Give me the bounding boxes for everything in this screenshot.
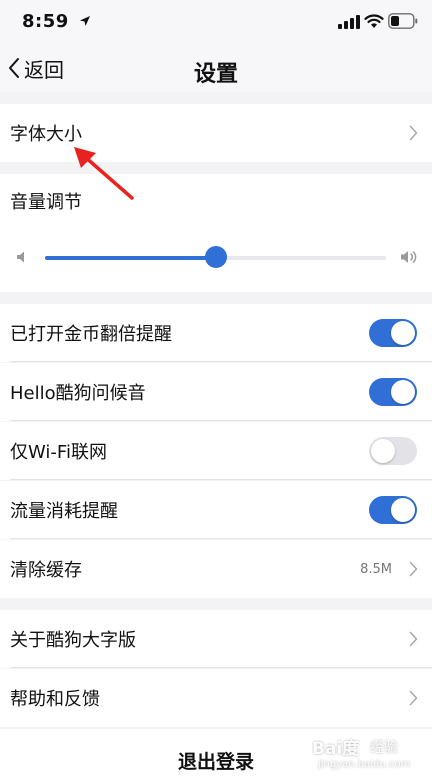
help-feedback-label: 帮助和反馈	[10, 689, 100, 710]
wifi-only-label: 仅Wi-Fi联网	[10, 442, 107, 463]
volume-slider-fill	[45, 256, 216, 260]
chevron-right-icon	[409, 631, 418, 647]
volume-low-icon	[17, 251, 24, 263]
coin-double-reminder-toggle[interactable]	[369, 319, 417, 347]
logout-label: 退出登录	[177, 751, 254, 773]
coin-double-reminder-row: 已打开金币翻倍提醒	[0, 304, 432, 362]
row-divider	[10, 361, 432, 362]
font-size-label: 字体大小	[10, 124, 82, 145]
logout-button[interactable]: 退出登录	[0, 729, 432, 781]
toggle-knob	[371, 439, 395, 463]
volume-section: 音量调节	[0, 174, 432, 292]
wifi-only-toggle[interactable]	[369, 437, 417, 465]
volume-high-icon	[401, 251, 417, 263]
toggle-knob	[391, 498, 415, 522]
volume-slider-thumb[interactable]	[204, 246, 227, 268]
about-label: 关于酷狗大字版	[10, 630, 136, 651]
coin-double-reminder-label: 已打开金币翻倍提醒	[10, 324, 172, 345]
help-feedback-row[interactable]: 帮助和反馈	[0, 669, 432, 727]
row-divider	[10, 667, 432, 668]
hello-greeting-label: Hello酷狗问候音	[10, 383, 146, 404]
toggle-knob	[391, 321, 415, 345]
hello-greeting-toggle[interactable]	[369, 378, 417, 406]
status-time: 8:59	[22, 11, 69, 32]
battery-icon	[388, 13, 418, 29]
clear-cache-row[interactable]: 清除缓存 8.5M	[0, 540, 432, 598]
clear-cache-label: 清除缓存	[10, 560, 82, 581]
font-size-row[interactable]: 字体大小	[0, 104, 432, 162]
wifi-only-row: 仅Wi-Fi联网	[0, 422, 432, 480]
data-usage-reminder-label: 流量消耗提醒	[10, 501, 118, 522]
row-divider	[10, 538, 432, 539]
status-bar: 8:59	[0, 0, 432, 44]
page-title: 设置	[193, 62, 238, 87]
chevron-right-icon	[409, 125, 418, 141]
cache-size-value: 8.5M	[360, 561, 392, 577]
chevron-right-icon	[409, 561, 418, 577]
row-divider	[10, 479, 432, 480]
toggle-knob	[391, 380, 415, 404]
navigation-bar: 返回 设置	[0, 44, 432, 92]
cellular-signal-icon	[338, 15, 360, 29]
location-arrow-icon	[80, 16, 90, 26]
volume-label: 音量调节	[10, 192, 82, 213]
row-divider	[10, 420, 432, 421]
chevron-right-icon	[409, 690, 418, 706]
about-row[interactable]: 关于酷狗大字版	[0, 610, 432, 668]
hello-greeting-row: Hello酷狗问候音	[0, 363, 432, 421]
data-usage-reminder-toggle[interactable]	[369, 496, 417, 524]
data-usage-reminder-row: 流量消耗提醒	[0, 481, 432, 539]
wifi-icon	[364, 14, 384, 28]
